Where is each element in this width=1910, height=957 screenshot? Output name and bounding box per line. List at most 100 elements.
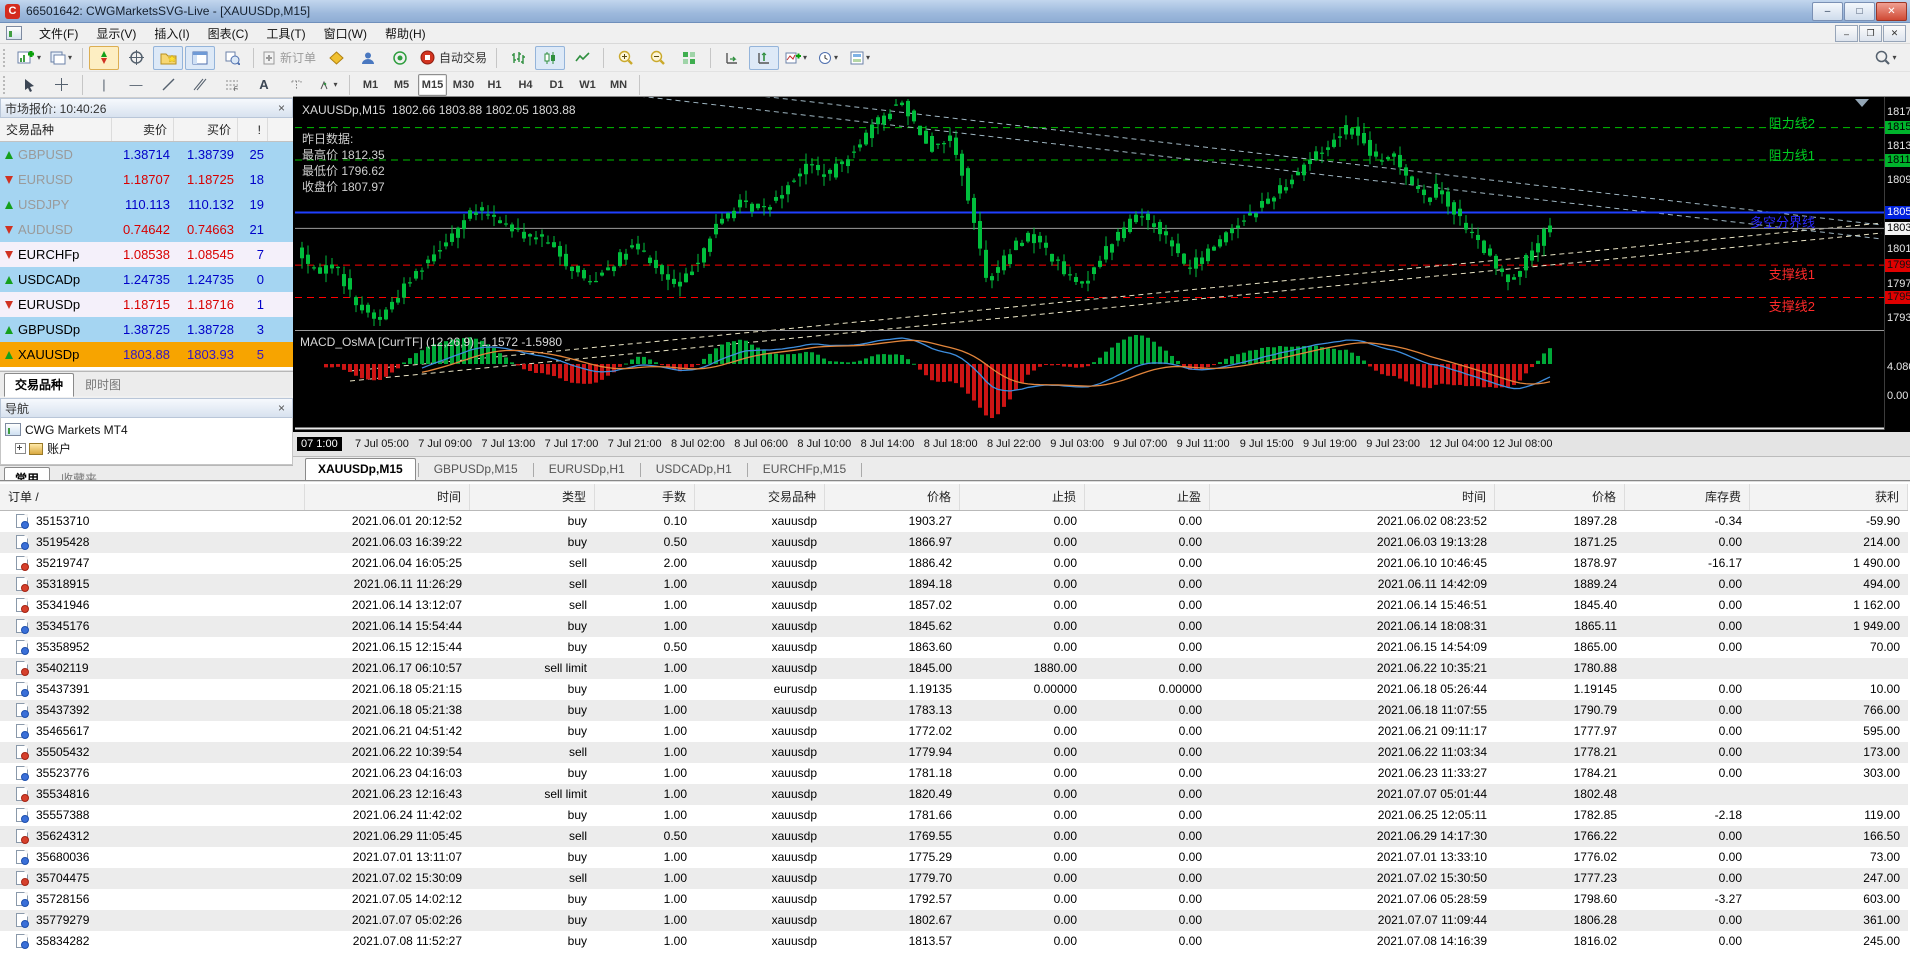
orders-column-header-4[interactable]: 交易品种 [695, 484, 825, 510]
tree-item-accounts[interactable]: 账户 [1, 439, 292, 458]
chart-close-button[interactable]: ✕ [1883, 25, 1906, 42]
order-row-35153710[interactable]: 35153710 2021.06.01 20:12:52 buy 0.10 xauusd… [0, 511, 1908, 532]
chart-shift-marker[interactable] [1855, 99, 1869, 107]
orders-column-header-0[interactable]: 订单 / [0, 484, 305, 510]
menu-item-显[interactable]: 显示(V) [87, 23, 145, 44]
column-header-3[interactable]: ! [238, 118, 268, 141]
order-row-35728156[interactable]: 35728156 2021.07.05 14:02:12 buy 1.00 xauusd… [0, 889, 1908, 910]
minimize-button[interactable]: – [1812, 2, 1843, 21]
auto-scroll-button[interactable] [717, 46, 747, 70]
menu-item-工[interactable]: 工具(T) [257, 23, 314, 44]
chart-tab-GBPUSDp,M15[interactable]: GBPUSDp,M15 [421, 458, 531, 481]
search-button[interactable]: ▾ [1871, 46, 1901, 70]
market-watch-row-EURUSDp[interactable]: EURUSDp 1.18715 1.18716 1 [0, 292, 293, 317]
column-header-0[interactable]: 交易品种 [0, 118, 112, 141]
order-row-35341946[interactable]: 35341946 2021.06.14 13:12:07 sell 1.00 xauus… [0, 595, 1908, 616]
order-row-35557388[interactable]: 35557388 2021.06.24 11:42:02 buy 1.00 xauusd… [0, 805, 1908, 826]
market-watch-row-EURCHFp[interactable]: EURCHFp 1.08538 1.08545 7 [0, 242, 293, 267]
autotrading-button[interactable]: 自动交易 [417, 46, 490, 70]
cursor-button[interactable] [14, 73, 44, 97]
text-button[interactable]: A [249, 73, 279, 97]
market-watch-row-XAUUSDp[interactable]: XAUUSDp 1803.88 1803.93 5 [0, 342, 293, 367]
timeframe-button-M15[interactable]: M15 [418, 73, 447, 96]
tab-即时图[interactable]: 即时图 [74, 373, 132, 397]
order-row-35505432[interactable]: 35505432 2021.06.22 10:39:54 sell 1.00 xauus… [0, 742, 1908, 763]
chart-tab-USDCADp,H1[interactable]: USDCADp,H1 [643, 458, 745, 481]
line-chart-button[interactable] [567, 46, 597, 70]
market-watch-row-EURUSD[interactable]: EURUSD 1.18707 1.18725 18 [0, 167, 293, 192]
menu-item-插[interactable]: 插入(I) [145, 23, 198, 44]
menu-item-帮[interactable]: 帮助(H) [376, 23, 435, 44]
order-row-35437391[interactable]: 35437391 2021.06.18 05:21:15 buy 1.00 eurusd… [0, 679, 1908, 700]
zoom-in-button[interactable] [610, 46, 640, 70]
profiles-button[interactable]: ▾ [46, 46, 76, 70]
strategy-tester-button[interactable] [217, 46, 247, 70]
timeframe-button-H1[interactable]: H1 [480, 74, 509, 96]
chart-tab-XAUUSDp,M15[interactable]: XAUUSDp,M15 [305, 458, 416, 481]
chart-minimize-button[interactable]: – [1835, 25, 1858, 42]
tree-item-account-server[interactable]: CWG Markets MT4 [1, 420, 292, 439]
candlestick-chart-button[interactable] [535, 45, 566, 70]
timeframe-button-W1[interactable]: W1 [573, 74, 602, 96]
market-watch-row-USDCADp[interactable]: USDCADp 1.24735 1.24735 0 [0, 267, 293, 292]
horizontal-line-button[interactable]: — [121, 73, 151, 97]
zoom-out-button[interactable] [642, 46, 672, 70]
order-row-35437392[interactable]: 35437392 2021.06.18 05:21:38 buy 1.00 xauusd… [0, 700, 1908, 721]
orders-column-header-9[interactable]: 价格 [1495, 484, 1625, 510]
order-row-35195428[interactable]: 35195428 2021.06.03 16:39:22 buy 0.50 xauusd… [0, 532, 1908, 553]
timeframe-button-M30[interactable]: M30 [449, 74, 478, 96]
channel-button[interactable] [185, 73, 215, 97]
order-row-35345176[interactable]: 35345176 2021.06.14 15:54:44 buy 1.00 xauusd… [0, 616, 1908, 637]
order-row-35219747[interactable]: 35219747 2021.06.04 16:05:25 sell 2.00 xauus… [0, 553, 1908, 574]
orders-column-header-6[interactable]: 止损 [960, 484, 1085, 510]
trendline-button[interactable] [153, 73, 183, 97]
metaeditor-button[interactable] [321, 46, 351, 70]
close-icon[interactable]: × [275, 402, 288, 414]
orders-column-header-5[interactable]: 价格 [825, 484, 960, 510]
timeframe-button-H4[interactable]: H4 [511, 74, 540, 96]
market-watch-toggle-button[interactable] [89, 45, 120, 70]
timeframe-button-M5[interactable]: M5 [387, 74, 416, 96]
chart-shift-button[interactable] [749, 45, 780, 70]
toolbar-grip[interactable] [3, 48, 10, 67]
order-row-35834282[interactable]: 35834282 2021.07.08 11:52:27 buy 1.00 xauusd… [0, 931, 1908, 952]
templates-button[interactable]: ▾ [845, 46, 875, 70]
price-axis[interactable]: 1817.1 1813.2 1809.3 1801.4 1797.4 1793.5 1815… [1884, 97, 1910, 459]
order-row-35402119[interactable]: 35402119 2021.06.17 06:10:57 sell limit 1.0… [0, 658, 1908, 679]
chart-tab-EURUSDp,H1[interactable]: EURUSDp,H1 [536, 458, 638, 481]
timeframe-button-D1[interactable]: D1 [542, 74, 571, 96]
menu-item-窗[interactable]: 窗口(W) [315, 23, 376, 44]
orders-column-header-8[interactable]: 时间 [1210, 484, 1495, 510]
order-row-35358952[interactable]: 35358952 2021.06.15 12:15:44 buy 0.50 xauusd… [0, 637, 1908, 658]
orders-column-header-3[interactable]: 手数 [595, 484, 695, 510]
column-header-1[interactable]: 卖价 [112, 118, 174, 141]
maximize-button[interactable]: □ [1844, 2, 1875, 21]
data-window-button[interactable] [121, 46, 151, 70]
periods-button[interactable]: ▾ [813, 46, 843, 70]
market-watch-row-GBPUSDp[interactable]: GBPUSDp 1.38725 1.38728 3 [0, 317, 293, 342]
new-order-button[interactable]: 新订单 [260, 46, 319, 70]
order-row-35523776[interactable]: 35523776 2021.06.23 04:16:03 buy 1.00 xauusd… [0, 763, 1908, 784]
chart-canvas[interactable]: XAUUSDp,M15 1802.66 1803.88 1802.05 1803… [293, 96, 1910, 459]
close-icon[interactable]: × [275, 102, 288, 114]
tab-交易品种[interactable]: 交易品种 [4, 373, 75, 397]
order-row-35534816[interactable]: 35534816 2021.06.23 12:16:43 sell limit 1.0… [0, 784, 1908, 805]
community-button[interactable] [353, 46, 383, 70]
order-row-35624312[interactable]: 35624312 2021.06.29 11:05:45 sell 0.50 xauus… [0, 826, 1908, 847]
vertical-line-button[interactable]: | [89, 73, 119, 97]
menu-item-文[interactable]: 文件(F) [30, 23, 87, 44]
new-chart-button[interactable]: ▾ [14, 46, 44, 70]
bar-chart-button[interactable] [503, 46, 533, 70]
order-row-35704475[interactable]: 35704475 2021.07.02 15:30:09 sell 1.00 xauus… [0, 868, 1908, 889]
order-row-35318915[interactable]: 35318915 2021.06.11 11:26:29 sell 1.00 xauus… [0, 574, 1908, 595]
chart-tab-EURCHFp,M15[interactable]: EURCHFp,M15 [750, 458, 859, 481]
orders-column-header-11[interactable]: 获利 [1750, 484, 1908, 510]
news-button[interactable] [385, 46, 415, 70]
tile-windows-button[interactable] [674, 46, 704, 70]
navigator-toggle-button[interactable] [153, 45, 184, 70]
crosshair-button[interactable] [46, 73, 76, 97]
order-row-35680036[interactable]: 35680036 2021.07.01 13:11:07 buy 1.00 xauusd… [0, 847, 1908, 868]
shapes-button[interactable]: ▾ [313, 73, 343, 97]
chart-restore-button[interactable]: ❐ [1859, 25, 1882, 42]
menu-item-图[interactable]: 图表(C) [199, 23, 258, 44]
